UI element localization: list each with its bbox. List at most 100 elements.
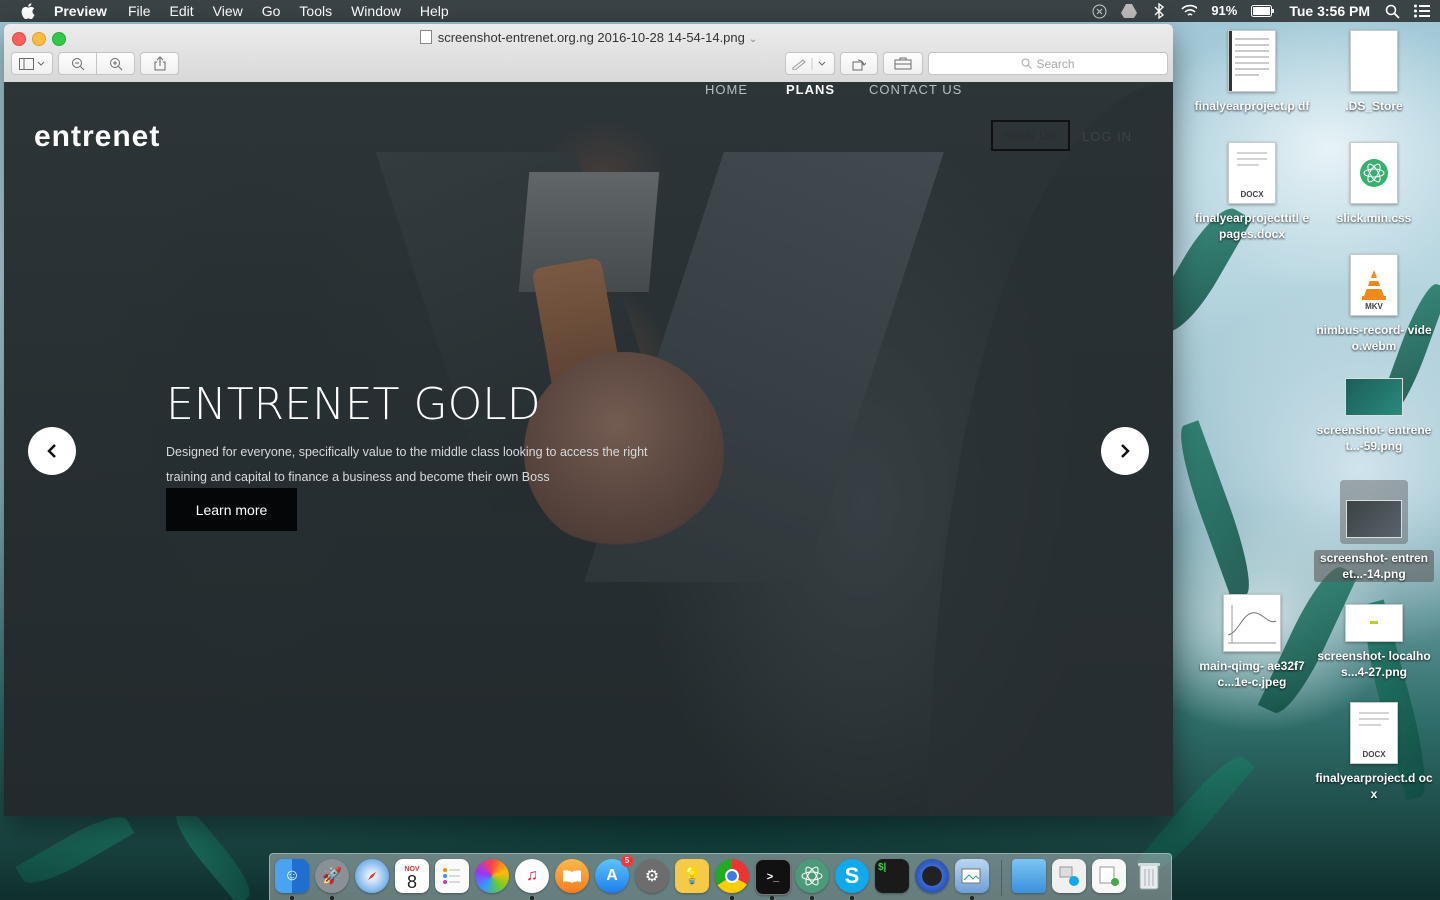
photos-icon[interactable] — [475, 859, 509, 893]
menu-tools[interactable]: Tools — [299, 0, 332, 22]
learn-more-button[interactable]: Learn more — [166, 488, 297, 531]
trash-icon[interactable] — [1132, 859, 1166, 893]
desktop-file-finalyearprojecttitlepages-docx[interactable]: DOCX finalyearprojecttitl epages.docx — [1192, 142, 1312, 242]
desktop-file-label: finalyearproject.p df — [1194, 99, 1310, 113]
search-icon — [1021, 58, 1033, 69]
itunes-icon[interactable]: ♫ — [515, 859, 549, 893]
sidebar-icon — [19, 57, 45, 70]
skype-icon[interactable]: S — [835, 859, 869, 893]
desktop-file-label: screenshot- entrenet...-59.png — [1316, 423, 1432, 453]
tips-lightbulb-icon[interactable]: 💡 — [675, 859, 709, 893]
desktop-file-screenshot-14[interactable]: screenshot- entrenet...-14.png — [1314, 480, 1434, 583]
website-screenshot: entrenet HOME PLANS CONTACT US SIGN UP L… — [4, 82, 1173, 816]
console-icon[interactable]: $| — [875, 859, 909, 893]
site-logo[interactable]: entrenet — [34, 120, 160, 154]
desktop-file-label: finalyearprojecttitl epages.docx — [1194, 211, 1310, 241]
app-store-icon[interactable]: A5 — [595, 855, 633, 893]
battery-percent: 91% — [1211, 3, 1238, 18]
menu-view[interactable]: View — [213, 0, 243, 22]
ibooks-icon[interactable] — [555, 859, 589, 893]
reminders-icon[interactable] — [435, 859, 469, 893]
markup-button[interactable] — [785, 52, 835, 75]
sketch-image-icon — [1223, 594, 1281, 652]
zoom-out-button[interactable] — [58, 52, 97, 75]
document-title[interactable]: screenshot-entrenet.org.ng 2016-10-28 14… — [4, 29, 1173, 47]
desktop-file-label: screenshot- entrenet...-14.png — [1314, 550, 1434, 582]
folder-icon[interactable] — [1012, 859, 1046, 893]
slider-next-button[interactable] — [1101, 427, 1149, 475]
wifi-icon[interactable] — [1181, 3, 1198, 19]
desktop-file-ds-store[interactable]: .DS_Store — [1314, 30, 1434, 114]
desktop-file-label: main-qimg- ae32f7c...1e-c.jpeg — [1199, 659, 1305, 689]
blank-file-icon — [1350, 30, 1398, 92]
search-placeholder: Search — [1036, 56, 1075, 71]
desktop-file-label: slick.min.css — [1336, 211, 1412, 225]
system-preferences-icon[interactable]: ⚙ — [635, 859, 669, 893]
quicktime-icon[interactable] — [915, 859, 949, 893]
launchpad-icon[interactable]: 🚀 — [315, 859, 349, 893]
nav-contact-us[interactable]: CONTACT US — [869, 82, 962, 97]
menu-app-name[interactable]: Preview — [54, 0, 107, 22]
documents-stack-icon[interactable] — [1092, 859, 1126, 893]
chevron-left-icon — [47, 444, 56, 458]
docx-file-icon: DOCX — [1350, 702, 1398, 764]
spotlight-search-icon[interactable] — [1384, 3, 1400, 19]
sidebar-toggle-button[interactable] — [11, 52, 53, 75]
share-icon — [154, 56, 165, 71]
chevron-right-icon — [1121, 444, 1130, 458]
rotate-icon — [852, 58, 866, 70]
share-button[interactable] — [140, 52, 179, 75]
desktop-file-finalyearproject-pdf[interactable]: finalyearproject.p df — [1192, 30, 1312, 114]
desktop-file-label: .DS_Store — [1345, 99, 1403, 113]
nav-home[interactable]: HOME — [705, 82, 748, 97]
desktop-file-label: nimbus-record- video.webm — [1316, 323, 1432, 353]
zoom-in-icon — [109, 57, 122, 70]
desktop-file-screenshot-localhost[interactable]: screenshot- localhos...4-27.png — [1314, 604, 1434, 680]
hero-title: ENTRENET GOLD — [166, 379, 541, 430]
sign-up-button[interactable]: SIGN UP — [991, 120, 1070, 151]
rotate-button[interactable] — [840, 52, 878, 75]
finder-icon[interactable]: ☺ — [275, 859, 309, 893]
terminal-icon[interactable]: >_ — [755, 859, 791, 895]
zoom-in-button[interactable] — [96, 52, 135, 75]
preview-app-icon[interactable] — [955, 859, 989, 893]
atom-editor-icon[interactable] — [795, 859, 829, 893]
desktop-file-main-qimg[interactable]: main-qimg- ae32f7c...1e-c.jpeg — [1192, 594, 1312, 690]
dock-separator — [1001, 860, 1002, 896]
downloads-stack-icon[interactable] — [1052, 859, 1086, 893]
status-x-icon[interactable] — [1091, 3, 1107, 19]
hero-description: Designed for everyone, specifically valu… — [166, 440, 686, 490]
google-drive-icon[interactable] — [1121, 3, 1138, 19]
slider-prev-button[interactable] — [28, 427, 76, 475]
chevron-down-icon: ⌄ — [748, 34, 758, 45]
desktop-file-finalyearproject-docx[interactable]: DOCX finalyearproject.d ocx — [1314, 702, 1434, 802]
zoom-out-icon — [71, 57, 84, 70]
menu-go[interactable]: Go — [262, 0, 281, 22]
pdf-file-icon — [1228, 30, 1276, 92]
menu-help[interactable]: Help — [420, 0, 449, 22]
png-file-icon — [419, 30, 432, 44]
chrome-icon[interactable] — [715, 859, 749, 893]
desktop-file-label: screenshot- localhos...4-27.png — [1317, 649, 1431, 679]
menu-file[interactable]: File — [128, 0, 151, 22]
pen-icon — [792, 57, 826, 70]
desktop-file-label: finalyearproject.d ocx — [1315, 771, 1433, 801]
notification-center-icon[interactable] — [1414, 3, 1430, 19]
desktop-file-screenshot-59[interactable]: screenshot- entrenet...-59.png — [1314, 378, 1434, 454]
toolbox-button[interactable] — [883, 52, 923, 75]
search-input[interactable]: Search — [928, 52, 1168, 75]
log-in-link[interactable]: LOG IN — [1082, 129, 1132, 144]
safari-icon[interactable] — [355, 859, 389, 893]
window-toolbar: screenshot-entrenet.org.ng 2016-10-28 14… — [4, 24, 1173, 83]
menu-window[interactable]: Window — [351, 0, 401, 22]
nav-plans[interactable]: PLANS — [786, 82, 835, 97]
desktop-file-nimbus-record-video[interactable]: MKV nimbus-record- video.webm — [1314, 254, 1434, 354]
desktop-file-slick-min-css[interactable]: slick.min.css — [1314, 142, 1434, 226]
menu-edit[interactable]: Edit — [170, 0, 194, 22]
bluetooth-icon[interactable] — [1151, 3, 1167, 19]
menu-clock[interactable]: Tue 3:56 PM — [1289, 0, 1370, 22]
hero-description-line-2: training and capital to finance a busine… — [166, 470, 550, 484]
apple-menu-icon[interactable] — [20, 3, 36, 19]
battery-icon[interactable] — [1251, 3, 1275, 19]
calendar-icon[interactable]: NOV 8 — [395, 859, 429, 893]
